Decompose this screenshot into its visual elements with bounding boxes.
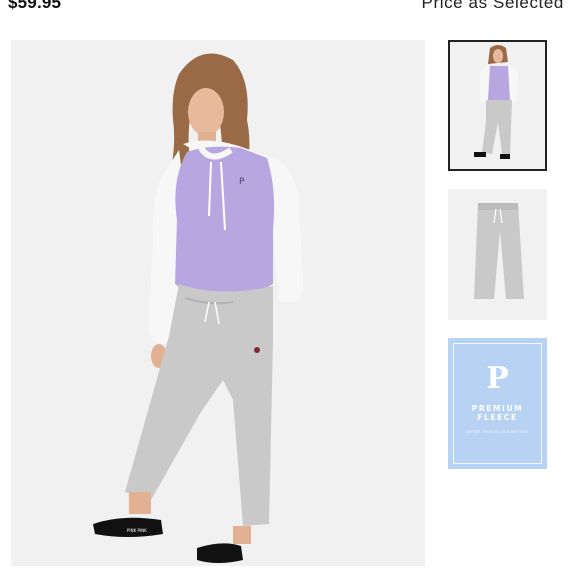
thumbnail-premium-fleece[interactable]: P PREMIUM FLEECE SOFTER, THICKER & OUR B…: [448, 338, 547, 469]
thumbnail-outfit-image: [450, 42, 545, 169]
price-note: Price as Selected: [421, 0, 564, 12]
svg-text:P: P: [239, 177, 245, 187]
thumbnail-pants-image: [448, 189, 547, 320]
thumbnail-outfit[interactable]: [448, 40, 547, 171]
svg-text:PINK PINK: PINK PINK: [127, 528, 147, 533]
badge-logo: P: [486, 361, 509, 396]
thumbnail-pants[interactable]: [448, 189, 547, 320]
badge-subtitle: SOFTER, THICKER & OUR BEST FEEL: [465, 430, 530, 434]
price-text: $59.95: [8, 0, 62, 12]
badge-title: PREMIUM FLEECE: [471, 404, 524, 422]
model-illustration: P PINK PINK: [11, 40, 425, 566]
main-product-image[interactable]: P PINK PINK: [11, 40, 425, 566]
